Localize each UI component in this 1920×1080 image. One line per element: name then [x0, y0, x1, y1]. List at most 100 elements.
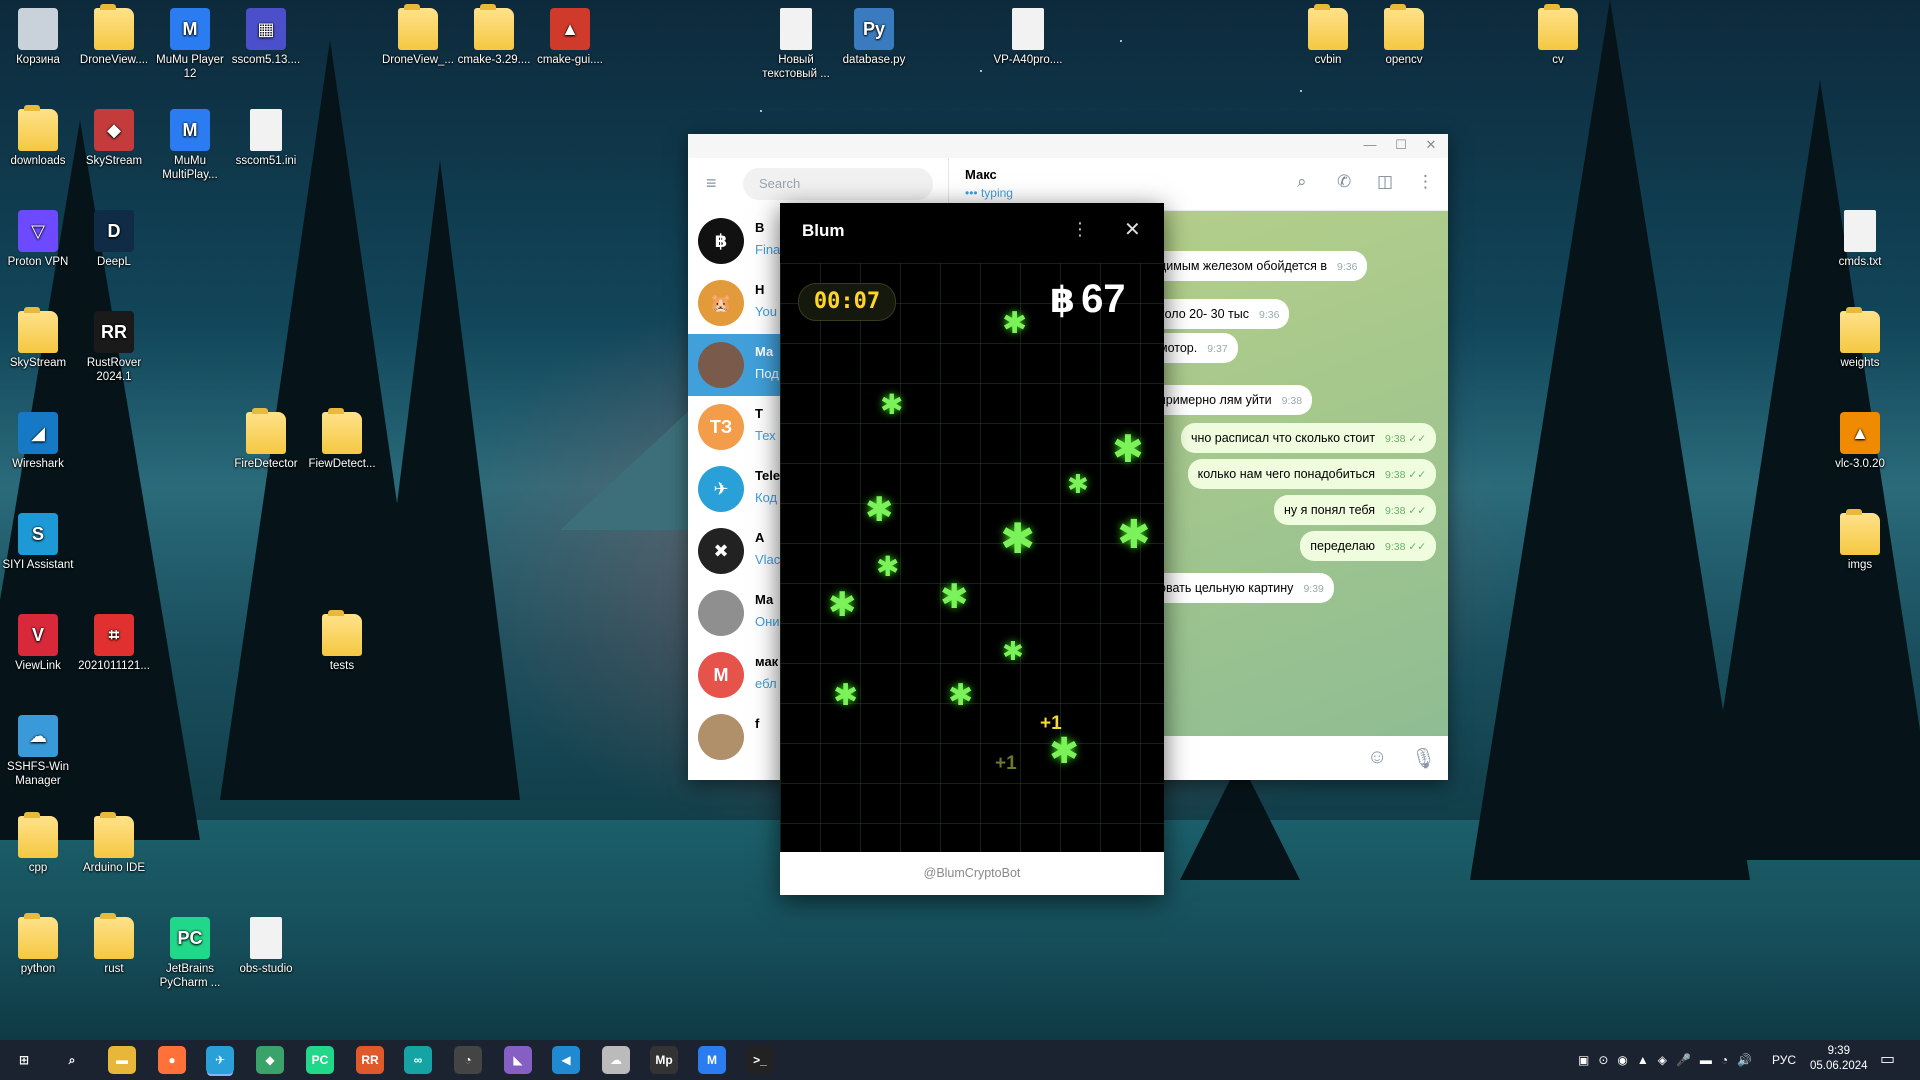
desktop-icon[interactable]: cvbin [1290, 4, 1366, 67]
taskbar-telegram-icon[interactable]: ✈ [206, 1046, 234, 1074]
desktop-icon[interactable]: cpp [0, 812, 76, 875]
message-bubble[interactable]: примерно лям уйти 9:38 [1149, 385, 1313, 415]
desktop-icon[interactable]: Корзина [0, 8, 76, 67]
desktop-icon[interactable]: V ViewLink [0, 614, 76, 673]
green-flake-icon[interactable]: ✱ [865, 493, 894, 527]
message-bubble[interactable]: колько нам чего понадобиться 9:38 ✓✓ [1187, 459, 1436, 489]
desktop-icon[interactable]: VP-A40pro.... [990, 8, 1066, 67]
emoji-icon[interactable]: ☺ [1367, 746, 1387, 769]
taskbar-app5-icon[interactable]: ◆ [256, 1046, 284, 1074]
green-flake-icon[interactable]: ✱ [828, 588, 857, 622]
taskbar-pycharm-icon[interactable]: PC [306, 1046, 334, 1074]
tray-icons[interactable]: ▣⊙◉▲◈🎤▬◔🔊 [1578, 1040, 1761, 1080]
desktop-icon[interactable]: python [0, 913, 76, 976]
green-flake-icon[interactable]: ✱ [1049, 733, 1079, 769]
desktop-icon[interactable]: PC JetBrains PyCharm ... [152, 917, 228, 990]
chat-preview: Они [755, 614, 780, 629]
search-icon[interactable]: ⌕ [1297, 172, 1307, 192]
desktop-icon[interactable]: imgs [1822, 509, 1898, 572]
desktop-icon[interactable]: FiewDetect... [304, 408, 380, 471]
desktop-icon[interactable]: cmake-3.29.... [456, 4, 532, 67]
green-flake-icon[interactable]: ✱ [940, 580, 969, 614]
desktop-icon-label: SkyStream [85, 155, 143, 167]
desktop-icon[interactable]: Новый текстовый ... [758, 8, 834, 81]
desktop-icon[interactable]: weights [1822, 307, 1898, 370]
desktop-icon[interactable]: ▽ Proton VPN [0, 210, 76, 269]
desktop-icon[interactable]: SkyStream [0, 307, 76, 370]
phone-icon[interactable]: ✆ [1337, 172, 1351, 192]
window-titlebar[interactable]: — ☐ ✕ [688, 134, 1448, 158]
system-clock[interactable]: 9:39 05.06.2024 [1810, 1044, 1868, 1074]
desktop-icon[interactable]: D DeepL [76, 210, 152, 269]
language-indicator[interactable]: РУС [1772, 1040, 1796, 1080]
taskbar-arduino-icon[interactable]: ∞ [404, 1046, 432, 1074]
close-icon[interactable]: ✕ [1124, 217, 1141, 242]
taskbar-explorer-icon[interactable]: ▬ [108, 1046, 136, 1074]
desktop-icon[interactable]: M MuMu Player 12 [152, 8, 228, 81]
green-flake-icon[interactable]: ✱ [1002, 638, 1024, 664]
desktop-icon[interactable]: DroneView_... [380, 4, 456, 67]
green-flake-icon[interactable]: ✱ [880, 391, 903, 419]
desktop-icon[interactable]: Arduino IDE [76, 812, 152, 875]
desktop-icon[interactable]: S SIYI Assistant [0, 513, 76, 572]
desktop-icon[interactable]: cmds.txt [1822, 210, 1898, 269]
taskbar-terminal-icon[interactable]: >_ [746, 1046, 774, 1074]
desktop-icon[interactable]: cv [1520, 4, 1596, 67]
desktop-icon[interactable]: Py database.py [836, 8, 912, 67]
desktop-icon[interactable]: ▲ cmake-gui.... [532, 8, 608, 67]
microphone-icon[interactable]: 🎙 [1411, 746, 1436, 771]
maximize-icon[interactable]: ☐ [1386, 137, 1416, 153]
more-icon[interactable]: ⋮ [1417, 172, 1434, 192]
desktop-icon[interactable]: opencv [1366, 4, 1442, 67]
taskbar-search-icon[interactable]: ⌕ [58, 1046, 86, 1074]
green-flake-icon[interactable]: ✱ [1000, 518, 1035, 560]
more-icon[interactable]: ⋮ [1071, 219, 1089, 240]
green-flake-icon[interactable]: ✱ [1002, 309, 1027, 339]
desktop-icon[interactable]: downloads [0, 105, 76, 168]
green-flake-icon[interactable]: ✱ [1112, 431, 1144, 469]
notification-icon[interactable]: ▭ [1880, 1040, 1895, 1080]
desktop-icon[interactable]: ▦ sscom5.13.... [228, 8, 304, 67]
taskbar-app9-icon[interactable]: ◔ [454, 1046, 482, 1074]
message-bubble[interactable]: коло 20- 30 тыс 9:36 [1149, 299, 1290, 329]
taskbar-visual-studio-icon[interactable]: ◣ [504, 1046, 532, 1074]
taskbar-firefox-icon[interactable]: ● [158, 1046, 186, 1074]
desktop-icon[interactable]: rust [76, 913, 152, 976]
taskbar-vscode-icon[interactable]: ◀ [552, 1046, 580, 1074]
blum-popup[interactable]: Blum ⋮ ✕ 00:07 ฿ 67 ✱ ✱ ✱ ✱ ✱ ✱ ✱ ✱ ✱ ✱ ✱ ✱ ✱ ✱ +1 +1 @B… [780, 203, 1164, 895]
green-flake-icon[interactable]: ✱ [948, 681, 973, 711]
desktop-icon[interactable]: obs-studio [228, 917, 304, 976]
peer-name[interactable]: Макс [965, 167, 997, 182]
message-bubble[interactable]: переделаю 9:38 ✓✓ [1300, 531, 1436, 561]
close-icon[interactable]: ✕ [1416, 137, 1446, 153]
message-bubble[interactable]: димым железом обойдется в 9:36 [1149, 251, 1368, 281]
desktop-icon[interactable]: FireDetector [228, 408, 304, 471]
taskbar-rustrover-icon[interactable]: RR [356, 1046, 384, 1074]
taskbar-start-icon[interactable]: ⊞ [10, 1046, 38, 1074]
desktop-icon[interactable]: ◆ SkyStream [76, 109, 152, 168]
green-flake-icon[interactable]: ✱ [1117, 515, 1151, 555]
green-flake-icon[interactable]: ✱ [833, 681, 858, 711]
desktop-icon[interactable]: ⌗ 2021011121... [76, 614, 152, 673]
menu-icon[interactable]: ≡ [706, 174, 724, 192]
taskbar-app12-icon[interactable]: ☁ [602, 1046, 630, 1074]
search-input[interactable]: Search [743, 168, 933, 200]
desktop-icon[interactable]: RR RustRover 2024.1 [76, 311, 152, 384]
taskbar-mumu-icon[interactable]: M [698, 1046, 726, 1074]
desktop-icon[interactable]: sscom51.ini [228, 109, 304, 168]
green-flake-icon[interactable]: ✱ [876, 553, 899, 581]
desktop-icon[interactable]: DroneView.... [76, 4, 152, 67]
message-bubble[interactable]: ну я понял тебя 9:38 ✓✓ [1273, 495, 1436, 525]
sidebar-toggle-icon[interactable]: ◫ [1377, 172, 1393, 192]
desktop-icon[interactable]: tests [304, 610, 380, 673]
desktop-icon[interactable]: ☁ SSHFS-Win Manager [0, 715, 76, 788]
message-bubble[interactable]: чно расписал что сколько стоит 9:38 ✓✓ [1180, 423, 1436, 453]
taskbar-mp-icon[interactable]: Mp [650, 1046, 678, 1074]
message-bubble[interactable]: овать цельную картину 9:39 [1149, 573, 1334, 603]
desktop-icon[interactable]: M MuMu MultiPlay... [152, 109, 228, 182]
green-flake-icon[interactable]: ✱ [1067, 471, 1089, 497]
desktop-icon[interactable]: ◢ Wireshark [0, 412, 76, 471]
minimize-icon[interactable]: — [1355, 137, 1385, 152]
desktop-icon[interactable]: ▲ vlc-3.0.20 [1822, 412, 1898, 471]
game-canvas[interactable]: 00:07 ฿ 67 ✱ ✱ ✱ ✱ ✱ ✱ ✱ ✱ ✱ ✱ ✱ ✱ ✱ ✱ +1 +1 [780, 263, 1164, 852]
